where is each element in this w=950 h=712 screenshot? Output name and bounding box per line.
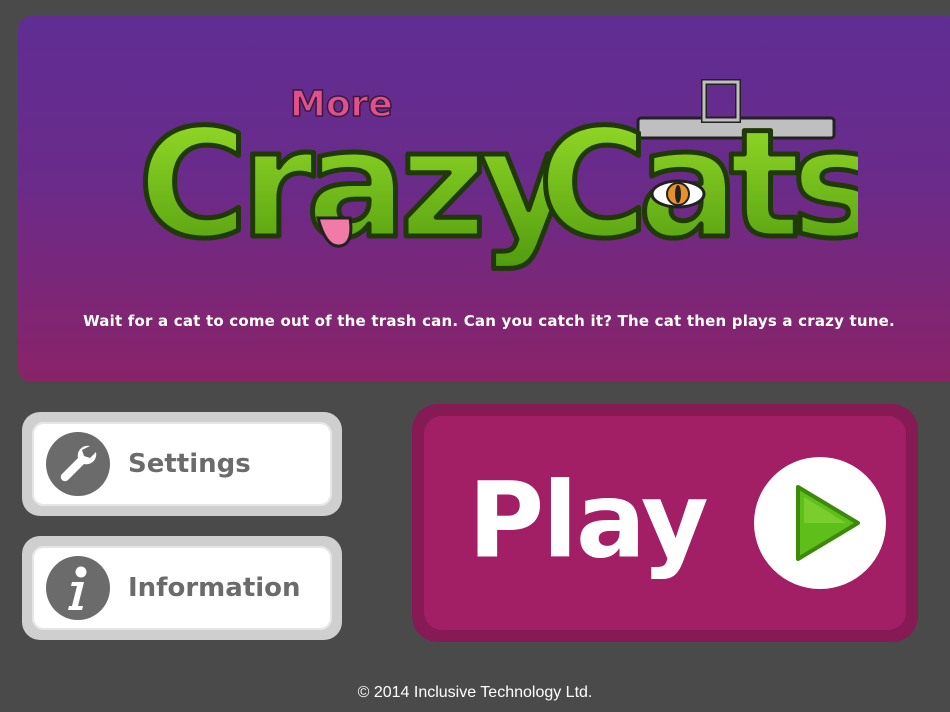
play-button[interactable]: Play bbox=[412, 404, 918, 642]
information-button[interactable]: Information bbox=[22, 536, 342, 640]
title-banner: More Crazy Cats Wait for a cat to come o… bbox=[18, 16, 950, 382]
play-button-face[interactable]: Play bbox=[424, 416, 906, 630]
cat-eye-icon bbox=[650, 179, 706, 209]
crazy-cats-logo: More Crazy Cats bbox=[136, 79, 858, 275]
play-label: Play bbox=[468, 459, 709, 582]
information-button-face[interactable]: Information bbox=[32, 546, 332, 630]
copyright-footer: © 2014 Inclusive Technology Ltd. bbox=[357, 684, 593, 701]
info-icon bbox=[46, 556, 110, 620]
logo-crazy-text: Crazy bbox=[138, 98, 575, 272]
settings-button-face[interactable]: Settings bbox=[32, 422, 332, 506]
play-icon bbox=[754, 457, 886, 589]
instructions-text: Wait for a cat to come out of the trash … bbox=[83, 312, 895, 330]
information-label: Information bbox=[128, 573, 301, 603]
settings-button[interactable]: Settings bbox=[22, 412, 342, 516]
wrench-icon bbox=[46, 432, 110, 496]
settings-label: Settings bbox=[128, 449, 251, 479]
